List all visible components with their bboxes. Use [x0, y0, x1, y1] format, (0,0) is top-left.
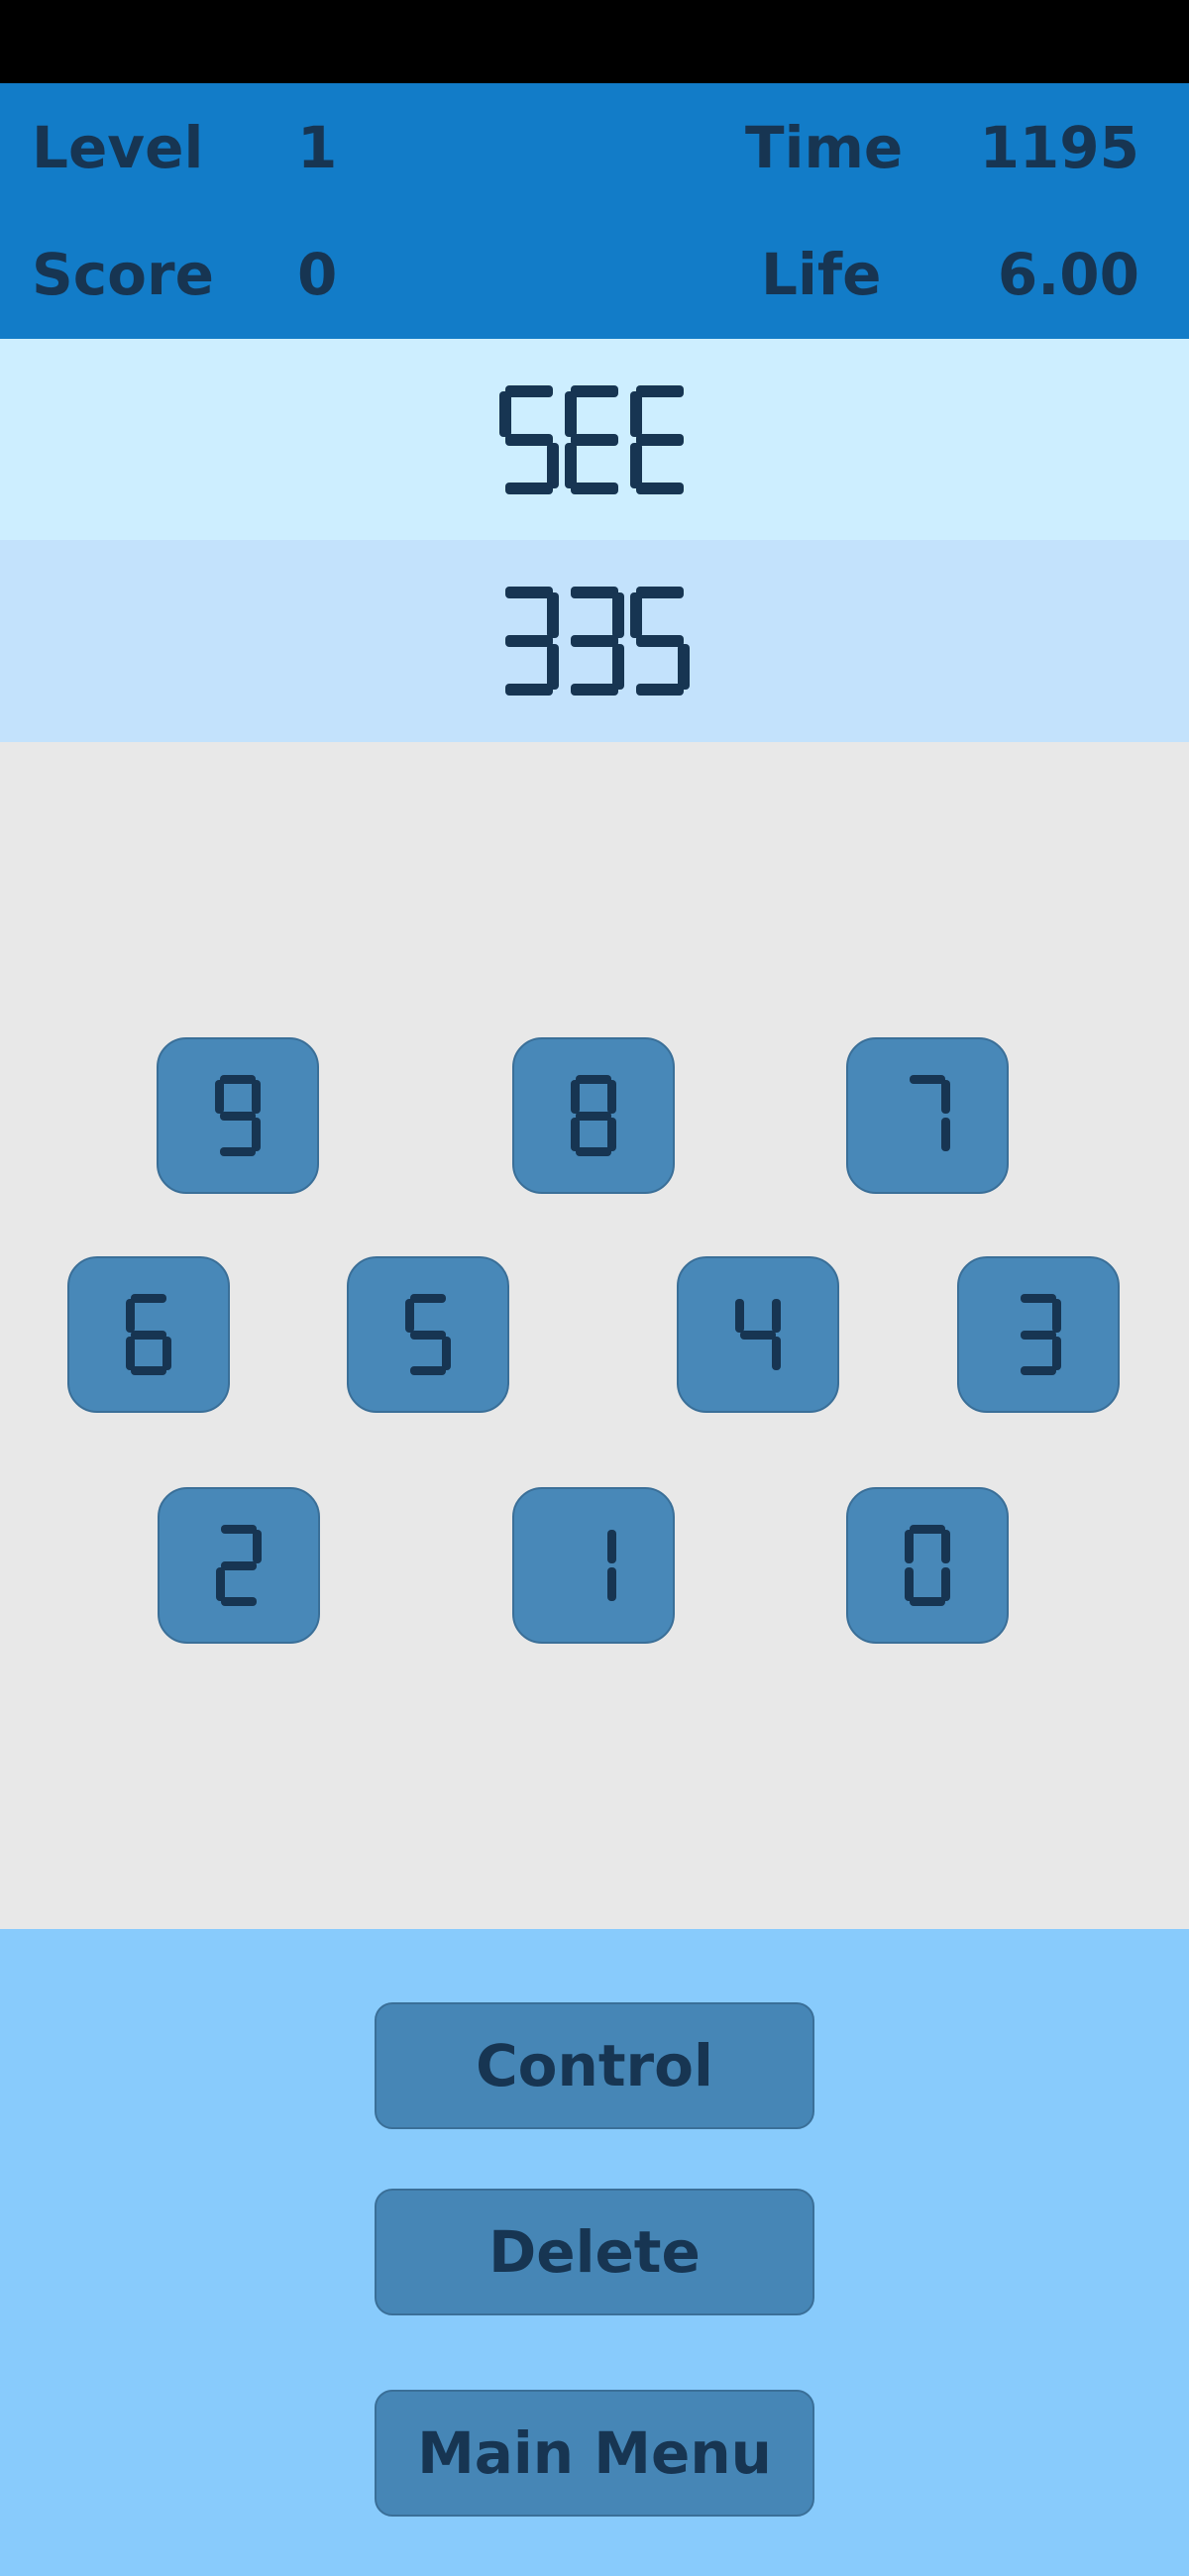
- key-4[interactable]: 4: [677, 1256, 839, 1413]
- main-menu-button[interactable]: Main Menu: [375, 2390, 814, 2517]
- seven-seg-char: [565, 587, 624, 696]
- controls-panel: Control Delete Main Menu: [0, 1929, 1189, 2576]
- control-button[interactable]: Control: [375, 2002, 814, 2129]
- key-6[interactable]: 6: [67, 1256, 230, 1413]
- time-value: 1195: [979, 114, 1139, 181]
- life-value: 6.00: [997, 241, 1139, 308]
- seven-seg-char: [215, 1075, 261, 1156]
- target-word-display: [0, 339, 1189, 540]
- input-number-display: [0, 540, 1189, 742]
- life-label: Life: [761, 241, 882, 308]
- seven-seg-char: [905, 1525, 950, 1606]
- key-5[interactable]: 5: [347, 1256, 509, 1413]
- seven-seg-char: [630, 384, 690, 494]
- seven-seg-char: [565, 384, 624, 494]
- key-1[interactable]: 1: [512, 1487, 675, 1644]
- time-label: Time: [745, 114, 904, 181]
- seven-seg-char: [405, 1294, 451, 1375]
- key-0[interactable]: 0: [846, 1487, 1009, 1644]
- status-bar: [0, 0, 1189, 83]
- seven-seg-char: [499, 587, 559, 696]
- key-7[interactable]: 7: [846, 1037, 1009, 1194]
- keypad: 9 8 7 6 5 4 3 2 1 0: [0, 742, 1189, 1929]
- key-2[interactable]: 2: [158, 1487, 320, 1644]
- key-8[interactable]: 8: [512, 1037, 675, 1194]
- seven-seg-char: [905, 1075, 950, 1156]
- target-word: [499, 384, 690, 494]
- delete-button[interactable]: Delete: [375, 2189, 814, 2315]
- input-number: [499, 587, 690, 696]
- score-value: 0: [297, 241, 338, 308]
- hud-panel: Level 1 Time 1195 Score 0 Life 6.00: [0, 83, 1189, 339]
- seven-seg-char: [499, 384, 559, 494]
- key-3[interactable]: 3: [957, 1256, 1120, 1413]
- key-9[interactable]: 9: [157, 1037, 319, 1194]
- score-label: Score: [32, 241, 214, 308]
- seven-seg-char: [126, 1294, 171, 1375]
- seven-seg-char: [1016, 1294, 1061, 1375]
- seven-seg-char: [216, 1525, 262, 1606]
- seven-seg-char: [571, 1075, 616, 1156]
- level-value: 1: [297, 114, 338, 181]
- seven-seg-char: [571, 1525, 616, 1606]
- level-label: Level: [32, 114, 204, 181]
- seven-seg-char: [735, 1294, 781, 1375]
- seven-seg-char: [630, 587, 690, 696]
